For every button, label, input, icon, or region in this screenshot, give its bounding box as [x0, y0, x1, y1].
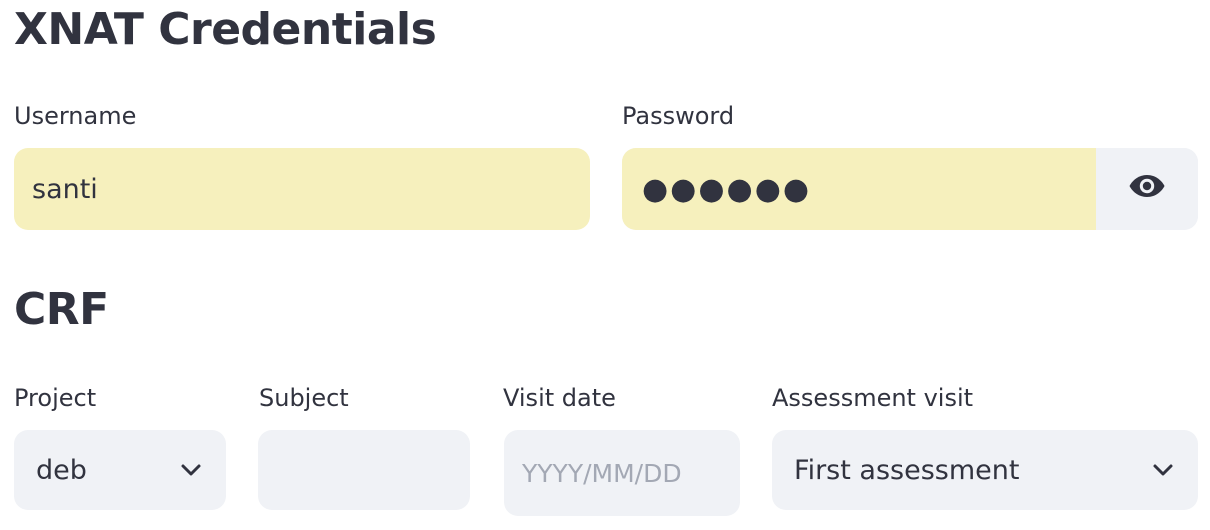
assessment-visit-label: Assessment visit — [772, 384, 974, 412]
project-selected-value: deb — [36, 454, 87, 486]
section-title-crf: CRF — [14, 284, 109, 335]
username-label: Username — [14, 102, 137, 130]
eye-icon — [1128, 173, 1166, 206]
assessment-visit-select[interactable]: First assessment — [772, 430, 1198, 510]
password-field: ●●●●●● — [622, 148, 1198, 230]
assessment-visit-selected-value: First assessment — [794, 454, 1020, 486]
chevron-down-icon — [1152, 463, 1174, 477]
visit-date-label: Visit date — [503, 384, 616, 412]
project-select[interactable]: deb — [14, 430, 226, 510]
password-label: Password — [622, 102, 735, 130]
form-page: XNAT Credentials Username santi Password… — [0, 0, 1210, 530]
password-masked-value: ●●●●●● — [642, 171, 812, 207]
show-password-button[interactable] — [1096, 148, 1198, 230]
project-label: Project — [14, 384, 97, 412]
visit-date-input[interactable]: YYYY/MM/DD — [504, 430, 740, 516]
subject-label: Subject — [259, 384, 349, 412]
chevron-down-icon — [180, 463, 202, 477]
password-input[interactable]: ●●●●●● — [622, 148, 1096, 230]
username-input[interactable]: santi — [14, 148, 590, 230]
section-title-credentials: XNAT Credentials — [14, 4, 437, 55]
username-value: santi — [32, 173, 98, 205]
subject-input[interactable] — [258, 430, 470, 510]
visit-date-placeholder: YYYY/MM/DD — [522, 458, 682, 488]
